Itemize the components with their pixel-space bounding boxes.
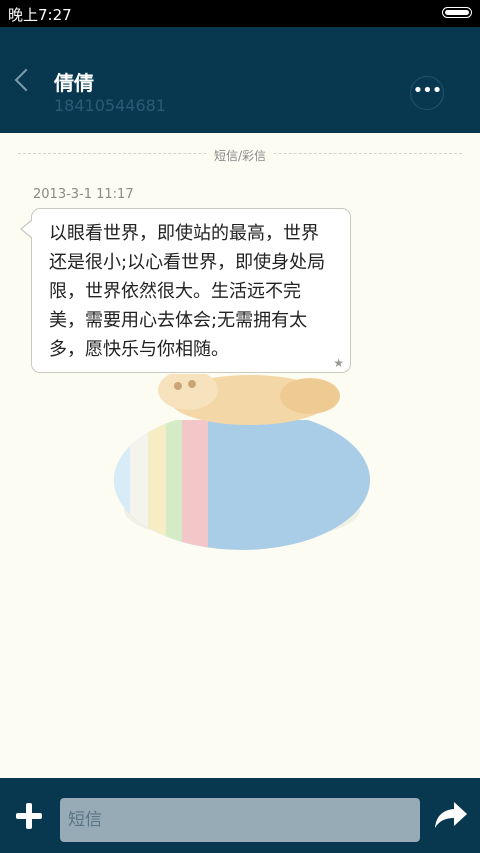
contact-name: 倩倩 <box>54 71 94 95</box>
star-icon[interactable]: ★ <box>333 356 344 370</box>
composer-bar: 短信 <box>0 778 480 853</box>
contact-number: 18410544681 <box>54 96 166 115</box>
status-bar: 晚上7:27 <box>0 0 480 27</box>
message-input[interactable]: 短信 <box>60 798 420 842</box>
thread-type-label: 短信/彩信 <box>207 149 273 163</box>
message-text: 以眼看世界，即使站的最高，世界还是很小;以心看世界，即使身处局限，世界依然很大。… <box>49 223 326 360</box>
conversation-header: 倩倩 18410544681 ••• <box>0 27 480 133</box>
mascot-background-illustration <box>110 360 380 550</box>
back-arrow-icon[interactable] <box>14 68 38 92</box>
add-attachment-icon[interactable] <box>14 801 44 831</box>
more-options-button[interactable]: ••• <box>410 76 444 110</box>
battery-icon <box>442 7 472 18</box>
status-time: 晚上7:27 <box>8 6 72 24</box>
message-bubble[interactable]: 以眼看世界，即使站的最高，世界还是很小;以心看世界，即使身处局限，世界依然很大。… <box>20 208 351 373</box>
message-timestamp: 2013-3-1 11:17 <box>33 187 134 202</box>
send-icon[interactable] <box>434 800 468 830</box>
